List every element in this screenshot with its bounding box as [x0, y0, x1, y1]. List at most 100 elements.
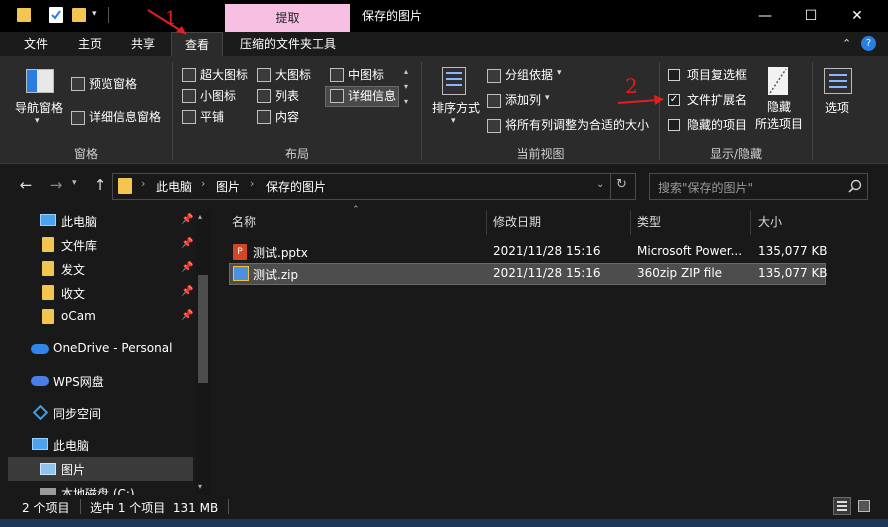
chevron-down-icon[interactable]: ▾ [545, 93, 550, 103]
annotation-step-1: 1 [165, 8, 177, 29]
nav-item-label: 收文 [61, 287, 86, 301]
navigation-pane-button[interactable]: 导航窗格 [15, 99, 63, 117]
hidden-items-checkbox[interactable] [668, 119, 680, 131]
nav-item-label: oCam [61, 309, 96, 323]
layout-large-icons[interactable]: 大图标 [275, 66, 311, 84]
new-folder-icon[interactable] [72, 8, 86, 22]
nav-item-ocam[interactable]: oCam 📌 [0, 305, 193, 329]
nav-item-library[interactable]: 文件库 📌 [0, 233, 193, 257]
collapse-ribbon-icon[interactable]: ⌃ [842, 37, 851, 50]
table-row-selected[interactable]: 测试.zip 2021/11/28 15:16 360zip ZIP file … [229, 263, 828, 285]
column-header-date-modified[interactable]: 修改日期 [493, 210, 541, 235]
nav-item-this-pc-quick[interactable]: 此电脑 📌 [0, 209, 193, 233]
details-pane-button[interactable]: 详细信息窗格 [89, 108, 161, 126]
nav-item-outgoing[interactable]: 发文 📌 [0, 257, 193, 281]
options-button[interactable]: 选项 [825, 99, 849, 117]
divider [108, 7, 109, 23]
add-column-button[interactable]: 添加列 [505, 91, 541, 109]
context-tab-extract[interactable]: 提取 [225, 4, 350, 32]
large-icons-view-icon[interactable] [856, 498, 872, 514]
scroll-up-icon[interactable]: ▴ [198, 212, 202, 221]
navigation-pane-icon [26, 69, 54, 93]
nav-item-sync-space[interactable]: 同步空间 [0, 401, 193, 425]
column-header-type[interactable]: 类型 [637, 210, 661, 235]
breadcrumb-pictures[interactable]: 图片 [216, 178, 240, 195]
nav-item-label: 此电脑 [53, 439, 90, 453]
tab-home[interactable]: 主页 [64, 32, 116, 56]
close-button[interactable]: ✕ [834, 0, 880, 32]
taskbar-strip [0, 519, 888, 527]
table-row[interactable]: P 测试.pptx 2021/11/28 15:16 Microsoft Pow… [229, 241, 828, 263]
divider[interactable] [486, 210, 487, 235]
file-size: 135,077 KB [758, 266, 828, 280]
breadcrumb-separator-icon[interactable]: › [250, 177, 254, 190]
layout-content[interactable]: 内容 [275, 108, 299, 126]
nav-item-this-pc[interactable]: 此电脑 [0, 433, 193, 457]
fit-columns-button[interactable]: 将所有列调整为合适的大小 [505, 116, 649, 134]
address-dropdown-icon[interactable]: ⌄ [596, 179, 604, 190]
tab-compressed-folder-tools[interactable]: 压缩的文件夹工具 [228, 32, 348, 56]
pin-icon[interactable]: 📌 [181, 262, 193, 273]
refresh-icon[interactable]: ↻ [616, 177, 627, 192]
chevron-down-icon[interactable]: ▾ [35, 116, 40, 126]
details-view-icon[interactable] [833, 497, 851, 515]
column-header-name[interactable]: 名称 [232, 210, 256, 235]
nav-scrollbar-thumb[interactable] [198, 275, 208, 383]
nav-item-onedrive[interactable]: OneDrive - Personal [0, 337, 193, 361]
layout-medium-icons[interactable]: 中图标 [348, 66, 384, 84]
group-label-panes: 窗格 [73, 147, 98, 161]
nav-item-local-disk-c[interactable]: 本地磁盘 (C:) [0, 481, 193, 495]
divider[interactable] [750, 210, 751, 235]
breadcrumb-separator-icon[interactable]: › [201, 177, 205, 190]
pin-icon[interactable]: 📌 [181, 310, 193, 321]
quick-access-dropdown-icon[interactable]: ▾ [92, 9, 97, 19]
scroll-down-icon[interactable]: ▾ [198, 482, 202, 491]
search-input[interactable]: 搜索"保存的图片" [658, 179, 753, 196]
fit-columns-icon [487, 119, 501, 133]
hide-selected-button[interactable]: 隐藏 所选项目 [755, 99, 803, 133]
help-icon[interactable]: ? [861, 36, 876, 51]
search-icon[interactable] [848, 179, 862, 193]
breadcrumb-this-pc[interactable]: 此电脑 [156, 178, 192, 195]
item-checkboxes-checkbox[interactable] [668, 69, 680, 81]
pin-icon[interactable]: 📌 [181, 214, 193, 225]
properties-icon[interactable] [49, 7, 63, 23]
up-arrow-icon[interactable]: ↑ [90, 176, 110, 194]
nav-item-pictures[interactable]: 图片 [8, 457, 193, 481]
pptx-file-icon: P [233, 244, 247, 260]
breadcrumb-saved-pictures[interactable]: 保存的图片 [266, 178, 326, 195]
preview-pane-button[interactable]: 预览窗格 [89, 75, 137, 93]
tab-file[interactable]: 文件 [9, 32, 63, 56]
zip-file-icon [233, 266, 249, 281]
file-date: 2021/11/28 15:16 [493, 244, 601, 258]
chevron-down-icon[interactable]: ▾ [557, 68, 562, 78]
layout-list[interactable]: 列表 [275, 87, 299, 105]
file-extensions-checkbox[interactable]: ✓ [668, 94, 680, 106]
sort-by-button[interactable]: 排序方式 [432, 99, 480, 117]
group-by-button[interactable]: 分组依据 [505, 66, 553, 84]
annotation-arrow-2 [617, 95, 664, 105]
details-pane-icon [71, 111, 85, 125]
column-header-size[interactable]: 大小 [758, 210, 782, 235]
cloud-icon [31, 344, 49, 354]
minimize-button[interactable]: — [742, 0, 788, 32]
layout-tiles[interactable]: 平铺 [200, 108, 224, 126]
layout-details[interactable]: 详细信息 [348, 87, 396, 105]
breadcrumb-separator-icon[interactable]: › [141, 177, 145, 190]
divider[interactable] [630, 210, 631, 235]
nav-item-wps-cloud[interactable]: WPS网盘 [0, 369, 193, 393]
nav-item-incoming[interactable]: 收文 📌 [0, 281, 193, 305]
small-icons-icon [182, 89, 196, 103]
layout-scroll-arrows-icon[interactable]: ▴ ▾ ▾ [404, 64, 408, 109]
maximize-button[interactable]: ☐ [788, 0, 834, 32]
recent-locations-icon[interactable]: ▾ [72, 178, 77, 188]
back-arrow-icon[interactable]: ← [16, 176, 36, 194]
pin-icon[interactable]: 📌 [181, 286, 193, 297]
layout-extra-large-icons[interactable]: 超大图标 [200, 66, 248, 84]
nav-item-label: 发文 [61, 263, 86, 277]
chevron-down-icon[interactable]: ▾ [451, 116, 456, 126]
pin-icon[interactable]: 📌 [181, 238, 193, 249]
forward-arrow-icon[interactable]: → [46, 176, 66, 194]
file-date: 2021/11/28 15:16 [493, 266, 601, 280]
layout-small-icons[interactable]: 小图标 [200, 87, 236, 105]
